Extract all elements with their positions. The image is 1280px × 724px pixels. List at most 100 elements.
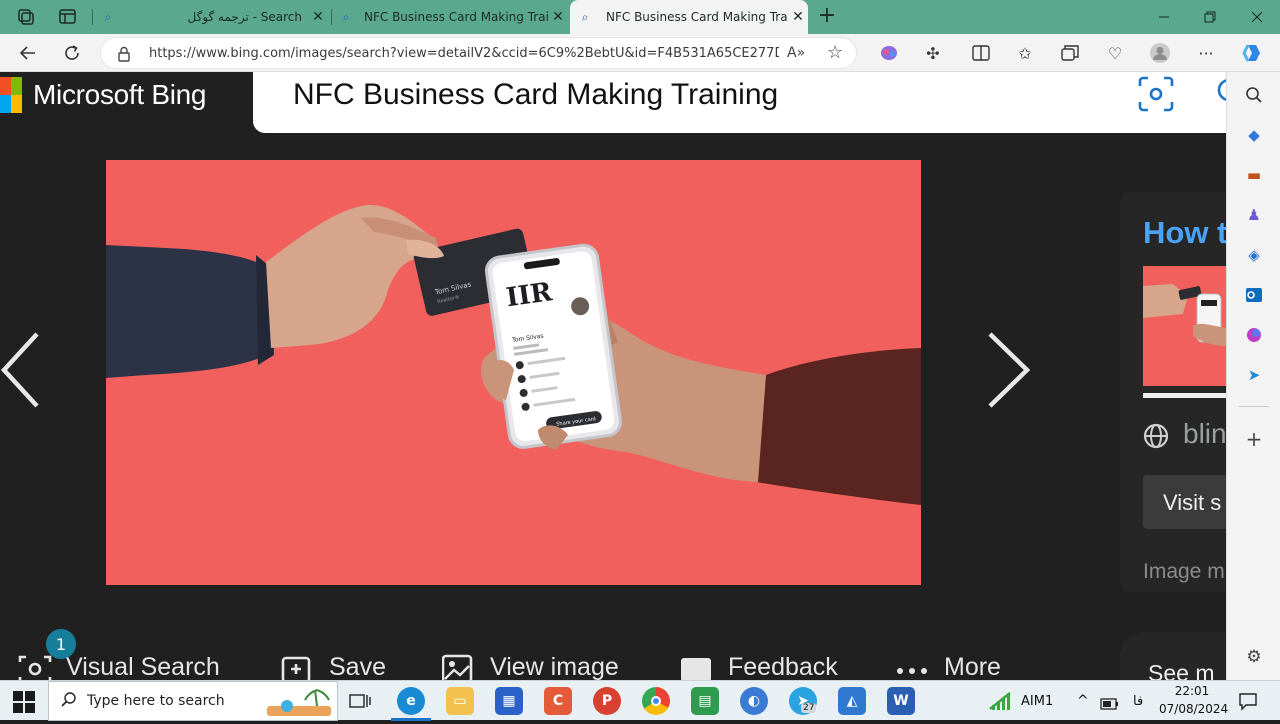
refresh-button[interactable]	[57, 38, 87, 68]
performance-icon[interactable]: ♡	[1100, 38, 1130, 68]
taskbar-search-input[interactable]: Type here to search	[48, 681, 338, 721]
split-screen-icon[interactable]	[966, 38, 996, 68]
browser-toolbar: https://www.bing.com/images/search?view=…	[0, 34, 1280, 72]
sidebar-send-icon[interactable]: ➤	[1241, 362, 1267, 388]
next-image-arrow-icon[interactable]	[985, 328, 1033, 412]
tab-title: ترجمه گوگل - Search	[187, 10, 302, 24]
settings-more-icon[interactable]: ···	[1191, 38, 1221, 68]
search-icon: ⌕	[581, 9, 589, 24]
sidebar-outlook-icon[interactable]	[1241, 282, 1267, 308]
tab-title: NFC Business Card Making Traini	[364, 10, 548, 24]
visual-search-camera-icon[interactable]	[1138, 76, 1174, 112]
workspaces-icon[interactable]	[14, 7, 36, 27]
phone-logo-text: IIR	[504, 277, 554, 313]
sidebar-search-icon[interactable]	[1241, 82, 1267, 108]
restore-button[interactable]	[1187, 0, 1233, 34]
minimize-button[interactable]	[1141, 0, 1187, 34]
sidebar-games-icon[interactable]: ♟	[1241, 202, 1267, 228]
app-icon-c[interactable]: C	[544, 687, 572, 715]
previous-image-arrow-icon[interactable]	[0, 328, 48, 412]
tab-separator	[92, 9, 93, 25]
save-add-icon	[281, 653, 315, 681]
close-icon[interactable]: ✕	[548, 9, 568, 25]
related-title[interactable]: How t	[1143, 215, 1226, 251]
tab-nfc-active[interactable]: ⌕ NFC Business Card Making Traini ✕	[570, 0, 808, 34]
tab-nfc-1[interactable]: ⌕ NFC Business Card Making Traini ✕	[334, 0, 568, 34]
app-icon-sheet[interactable]: ▤	[691, 687, 719, 715]
photos-icon[interactable]: ◭	[838, 687, 866, 715]
tab-google-translate[interactable]: ⌕ ترجمه گوگل - Search ✕	[96, 0, 328, 34]
clock-date[interactable]: 07/08/2024	[1159, 702, 1228, 716]
collections-icon[interactable]	[1055, 38, 1085, 68]
search-icon: ⌕	[342, 9, 350, 24]
favorite-star-icon[interactable]: ☆	[827, 42, 843, 63]
profile-avatar-icon[interactable]	[1145, 38, 1175, 68]
close-icon[interactable]: ✕	[788, 9, 808, 25]
back-button[interactable]	[13, 38, 43, 68]
globe-icon	[1143, 423, 1169, 449]
windows-start-icon[interactable]	[13, 691, 35, 713]
sidebar-microsoft365-icon[interactable]: ◈	[1241, 242, 1267, 268]
tab-separator	[331, 9, 332, 25]
clock-time[interactable]: 22:01	[1163, 684, 1221, 698]
see-more-button[interactable]: See m	[1120, 632, 1226, 680]
url-text[interactable]: https://www.bing.com/images/search?view=…	[149, 46, 779, 61]
feedback-icon	[680, 653, 714, 681]
sidebar-tools-icon[interactable]: ▬	[1241, 162, 1267, 188]
visual-search-button[interactable]: Visual Search	[18, 652, 220, 682]
store-icon[interactable]: ▦	[495, 687, 523, 715]
more-button[interactable]: More	[896, 652, 1001, 682]
battery-icon[interactable]	[1100, 695, 1120, 710]
related-thumbnail[interactable]	[1143, 266, 1226, 386]
related-site-name[interactable]: blin	[1183, 418, 1226, 450]
tab-actions-icon[interactable]	[58, 8, 78, 26]
address-bar[interactable]: https://www.bing.com/images/search?view=…	[100, 37, 857, 69]
sidebar-add-icon[interactable]: +	[1241, 426, 1267, 452]
view-image-label: View image	[490, 652, 619, 681]
app-icon-p[interactable]: P	[593, 687, 621, 715]
more-label: More	[944, 652, 1001, 681]
telegram-badge: 27	[801, 703, 817, 713]
close-window-button[interactable]	[1234, 0, 1280, 34]
notifications-icon[interactable]	[1238, 691, 1258, 711]
save-button[interactable]: Save	[281, 652, 386, 682]
chrome-icon[interactable]	[642, 687, 670, 715]
copilot-brain-icon[interactable]	[874, 38, 904, 68]
visit-site-button[interactable]: Visit s	[1143, 475, 1226, 529]
globe-app-icon[interactable]: ◐	[740, 687, 768, 715]
file-explorer-icon[interactable]: ▭	[446, 687, 474, 715]
search-query-text[interactable]: NFC Business Card Making Training	[293, 76, 778, 114]
feedback-button[interactable]: Feedback	[680, 652, 838, 682]
task-view-icon[interactable]	[349, 691, 371, 711]
sidebar-designer-icon[interactable]	[1241, 322, 1267, 348]
visual-search-icon	[18, 653, 52, 681]
view-image-button[interactable]: View image	[442, 652, 619, 682]
sidebar-settings-gear-icon[interactable]: ⚙	[1241, 644, 1267, 670]
search-submit-icon[interactable]	[1213, 78, 1226, 108]
lock-icon[interactable]	[117, 46, 131, 62]
network-label[interactable]: AIM1	[1021, 681, 1053, 721]
new-tab-button[interactable]: +	[816, 4, 838, 28]
image-more-text[interactable]: Image m	[1143, 560, 1226, 584]
tab-title: NFC Business Card Making Traini	[606, 10, 788, 24]
copilot-icon[interactable]	[1238, 38, 1268, 68]
extensions-icon[interactable]: ✣	[918, 38, 948, 68]
thumbnail-progress-bar	[1143, 393, 1226, 398]
word-icon[interactable]: W	[887, 687, 915, 715]
language-indicator[interactable]: فا	[1133, 681, 1143, 721]
edge-taskbar-icon[interactable]: e	[397, 687, 425, 715]
microsoft-logo-icon	[0, 77, 22, 113]
sidebar-shopping-icon[interactable]: ◆	[1241, 122, 1267, 148]
bing-logo[interactable]: Microsoft Bing	[0, 76, 207, 114]
sidebar-divider	[1239, 406, 1269, 407]
network-signal-icon[interactable]	[988, 691, 1014, 711]
windows-taskbar: Type here to search e ▭ ▦ C P ▤ ◐ ➤ 27 ◭…	[0, 680, 1280, 721]
feedback-label: Feedback	[728, 652, 838, 681]
read-aloud-icon[interactable]: A»	[787, 45, 805, 61]
main-image[interactable]: Tom Silvas Realtor® IIR Tom Silvas Share…	[106, 160, 921, 585]
logo-text: Microsoft Bing	[33, 79, 207, 110]
chevron-up-icon[interactable]: ^	[1077, 681, 1089, 721]
favorites-icon[interactable]: ✩	[1010, 38, 1040, 68]
close-icon[interactable]: ✕	[308, 9, 328, 25]
tab-strip: ⌕ ترجمه گوگل - Search ✕ ⌕ NFC Business C…	[0, 0, 1280, 34]
